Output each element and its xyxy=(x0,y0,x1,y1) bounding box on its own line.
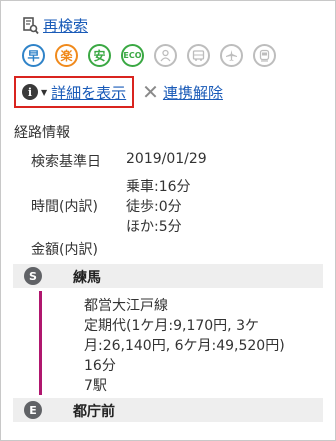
section-title: 経路情報 xyxy=(14,125,70,141)
unlink-link[interactable]: 連携解除 xyxy=(163,82,223,103)
chip-bus[interactable] xyxy=(187,44,210,67)
bus-icon xyxy=(192,50,205,61)
chip-eco-label: ECO xyxy=(123,51,142,60)
show-detail-link[interactable]: 詳細を表示 xyxy=(51,82,126,103)
time-ride: 乗車:16分 xyxy=(126,179,191,195)
chip-early[interactable]: 早 xyxy=(22,44,45,67)
chevron-down-icon: ▼ xyxy=(41,87,48,97)
route-diagram: S 練馬 都営大江戸線 定期代(1ケ月:9,170円, 3ケ 月:26,140円… xyxy=(13,264,323,434)
end-station-name: 都庁前 xyxy=(73,404,115,420)
time-label: 時間(内訳) xyxy=(31,199,98,215)
close-icon: ✕ xyxy=(142,80,159,104)
chip-cheap-label: 楽 xyxy=(60,49,73,63)
search-document-icon xyxy=(23,16,39,34)
re-search[interactable]: 再検索 xyxy=(23,15,88,36)
start-station-row: S 練馬 xyxy=(13,264,323,288)
airplane-icon xyxy=(226,50,237,61)
start-station-name: 練馬 xyxy=(73,270,101,286)
info-icon: i xyxy=(22,84,38,100)
end-station-row: E 都庁前 xyxy=(13,398,323,422)
re-search-link[interactable]: 再検索 xyxy=(43,15,88,36)
chip-easy-label: 安 xyxy=(93,49,106,63)
line-name: 都営大江戸線 xyxy=(84,298,168,314)
chip-easy[interactable]: 安 xyxy=(88,44,111,67)
commuter-pass-line1: 定期代(1ケ月:9,170円, 3ケ xyxy=(84,318,259,334)
fare-label: 金額(内訳) xyxy=(31,242,98,258)
chip-early-label: 早 xyxy=(27,49,40,63)
train-icon xyxy=(259,49,270,62)
route-panel: 再検索 早 楽 安 ECO i ▼ 詳細を表示 ✕ 連携解除 経路情報 検索基準… xyxy=(0,0,336,441)
search-date-label: 検索基準日 xyxy=(31,154,101,170)
search-date-value: 2019/01/29 xyxy=(126,151,207,167)
unlink-button[interactable]: ✕ 連携解除 xyxy=(142,82,223,103)
route-line xyxy=(39,291,42,395)
show-detail-button[interactable]: i ▼ 詳細を表示 xyxy=(14,76,135,108)
start-badge: S xyxy=(24,267,42,285)
chip-airplane-person[interactable] xyxy=(154,44,177,67)
route-toolbar: i ▼ 詳細を表示 ✕ 連携解除 xyxy=(14,76,223,108)
transport-filter-chips: 早 楽 安 ECO xyxy=(22,44,286,67)
commuter-pass-line2: 月:26,140円, 6ケ月:49,520円) xyxy=(84,338,285,354)
person-icon xyxy=(160,49,171,62)
time-walk: 徒歩:0分 xyxy=(126,199,182,215)
chip-airplane[interactable] xyxy=(220,44,243,67)
chip-eco[interactable]: ECO xyxy=(121,44,144,67)
chip-shinkansen[interactable] xyxy=(253,44,276,67)
time-other: ほか:5分 xyxy=(126,219,182,235)
end-badge: E xyxy=(24,401,42,419)
segment-stops: 7駅 xyxy=(84,378,107,394)
chip-cheap[interactable]: 楽 xyxy=(55,44,78,67)
segment-duration: 16分 xyxy=(84,358,116,374)
